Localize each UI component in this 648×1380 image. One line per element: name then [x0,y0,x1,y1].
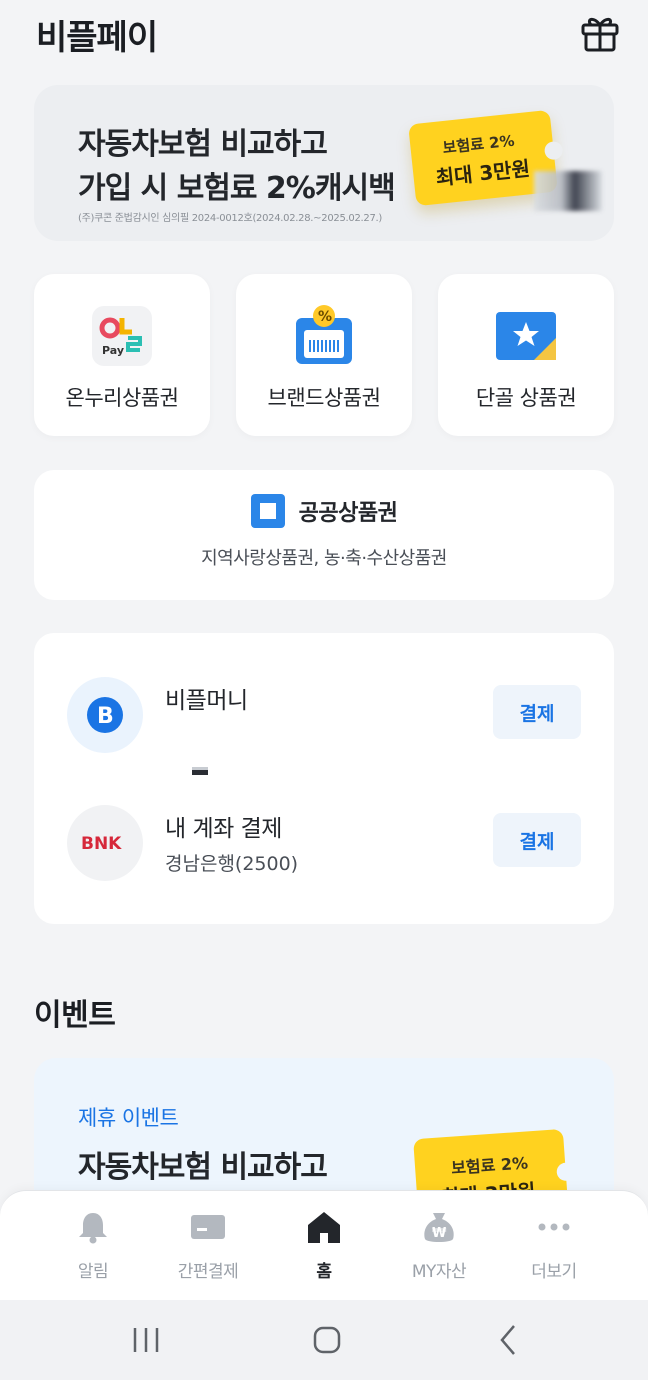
home-button-icon[interactable] [307,1322,347,1358]
category-label: 브랜드상품권 [267,386,381,410]
bpay-logo-icon: B [87,697,123,733]
payment-row-bpay-money[interactable]: B 비플머니 결제 [34,677,614,775]
nav-label: 알림 [77,1262,109,1282]
pay-button[interactable]: 결제 [493,685,581,739]
card-icon [191,1215,225,1239]
bnk-avatar: BNK [67,805,143,881]
masked-balance [192,767,208,775]
nav-item-home[interactable]: 홈 [274,1209,374,1289]
regular-voucher-icon [496,312,556,360]
onnuri-pay-icon: Pay [92,306,152,366]
svg-text:%: % [318,309,332,325]
nav-item-my-assets[interactable]: ₩ MY자산 [389,1209,489,1289]
payment-methods-card: B 비플머니 결제 BNK 내 계좌 결제 경남은행(2500) 결제 [34,633,614,924]
nav-item-more[interactable]: 더보기 [504,1209,604,1289]
payment-name: 내 계좌 결제 [165,816,282,842]
category-onnuri[interactable]: Pay 온누리상품권 [34,274,210,436]
banner-headline-2: 가입 시 보험료 2%캐시백 [78,171,396,206]
nav-label: 홈 [316,1262,332,1282]
svg-text:₩: ₩ [432,1226,447,1241]
app-header: 비플페이 [0,0,648,70]
more-icon [538,1223,570,1231]
bpay-money-avatar: B [67,677,143,753]
category-brand[interactable]: % 브랜드상품권 [236,274,412,436]
public-voucher-icon [250,494,285,528]
pay-button[interactable]: 결제 [493,813,581,867]
event-ticket-line-1: 보험료 2% [450,1153,529,1178]
nav-label: 간편결제 [177,1262,239,1282]
banner-headline-1: 자동차보험 비교하고 [78,127,328,162]
payment-name: 비플머니 [165,688,248,714]
back-icon[interactable] [488,1322,528,1358]
system-nav-bar [0,1300,648,1380]
nav-label: MY자산 [411,1262,467,1282]
payment-account-detail: 경남은행(2500) [165,853,299,875]
payment-row-account[interactable]: BNK 내 계좌 결제 경남은행(2500) 결제 [34,805,614,885]
bottom-nav: 알림 간편결제 홈 ₩ MY자산 더보기 [0,1190,648,1300]
svg-text:BNK: BNK [81,834,122,854]
category-label: 온누리상품권 [65,386,179,410]
screen: 비플페이 자동차보험 비교하고 가입 시 보험료 2%캐시백 (주)쿠콘 준법감… [0,0,648,1380]
event-title: 자동차보험 비교하고 [78,1150,328,1185]
gift-icon[interactable] [578,10,622,54]
category-regular[interactable]: 단골 상품권 [438,274,614,436]
event-tag: 제휴 이벤트 [78,1106,179,1130]
svg-text:Pay: Pay [102,344,124,357]
nav-item-alerts[interactable]: 알림 [43,1209,143,1289]
public-voucher-title: 공공상품권 [298,501,398,526]
banner-disclaimer: (주)쿠콘 준법감시인 심의필 2024-0012호(2024.02.28.~2… [78,213,382,224]
events-section-title: 이벤트 [34,998,116,1033]
bnk-logo-icon: BNK [81,834,122,854]
public-voucher-card[interactable]: 공공상품권 지역사랑상품권, 농·축·수산상품권 [34,470,614,600]
brand-voucher-icon: % [296,305,352,364]
nav-label: 더보기 [531,1262,577,1282]
public-voucher-subtitle: 지역사랑상품권, 농·축·수산상품권 [201,548,447,569]
promo-banner[interactable]: 자동차보험 비교하고 가입 시 보험료 2%캐시백 (주)쿠콘 준법감시인 심의… [34,85,614,241]
money-bag-icon: ₩ [424,1213,454,1242]
ticket-line-2: 최대 3만원 [434,156,532,190]
svg-text:B: B [97,704,114,729]
home-icon [308,1212,340,1243]
nav-item-easy-pay[interactable]: 간편결제 [158,1209,258,1289]
bell-icon [79,1213,107,1244]
public-voucher-title-row: 공공상품권 [34,494,614,528]
app-title: 비플페이 [36,18,158,58]
recent-apps-icon[interactable] [126,1322,166,1358]
blurred-graphic [534,171,602,211]
category-label: 단골 상품권 [475,386,577,410]
